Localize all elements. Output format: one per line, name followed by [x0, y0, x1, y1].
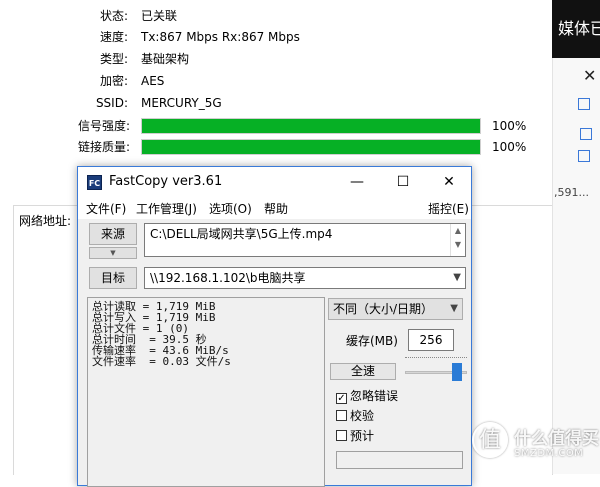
watermark-domain: SMZDM.COM	[514, 448, 584, 459]
menu-remote[interactable]: 摇控(E)	[428, 200, 469, 217]
target-button[interactable]: 目标	[89, 267, 137, 289]
speed-label: 速度:	[99, 30, 128, 44]
network-address-label: 网络地址:	[19, 214, 72, 228]
verify-checkbox[interactable]	[336, 410, 347, 421]
slider-ticks	[405, 357, 467, 362]
link-quality-label: 链接质量:	[77, 140, 130, 154]
signal-strength-bar	[141, 118, 481, 134]
title-bar[interactable]: FC FastCopy ver3.61 — ☐ ✕	[78, 167, 471, 197]
status-value: 已关联	[141, 9, 178, 23]
full-speed-button[interactable]: 全速	[330, 363, 396, 380]
status-label: 状态:	[99, 9, 128, 23]
window-icon	[580, 128, 592, 140]
slider-thumb[interactable]	[452, 363, 462, 381]
signal-strength-percent: 100%	[492, 119, 527, 133]
options-group: ✓ 忽略错误 校验 预计	[336, 385, 466, 449]
menu-options[interactable]: 选项(O)	[209, 200, 252, 217]
signal-strength-row: 信号强度: 100%	[0, 115, 552, 137]
number-fragment: ,591...	[554, 186, 589, 199]
close-icon[interactable]: ✕	[583, 66, 596, 85]
watermark-text: 什么值得买	[514, 429, 599, 449]
speed-slider[interactable]	[405, 357, 467, 381]
estimate-checkbox[interactable]	[336, 430, 347, 441]
ssid-value: MERCURY_5G	[141, 96, 222, 110]
source-path: C:\DELL局域网共享\5G上传.mp4	[150, 227, 333, 241]
window-title: FastCopy ver3.61	[109, 174, 223, 189]
signal-strength-label: 信号强度:	[77, 119, 130, 133]
watermark: 值 什么值得买 SMZDM.COM	[470, 418, 600, 474]
source-scrollbar[interactable]: ▲ ▼	[450, 224, 465, 256]
verify-option[interactable]: 校验	[336, 407, 374, 425]
copy-mode-value: 不同（大小/日期）	[333, 302, 434, 316]
close-button[interactable]: ✕	[426, 167, 472, 197]
encryption-row: 加密: AES	[0, 70, 300, 92]
buffer-input[interactable]: 256	[408, 329, 454, 351]
speed-row: 速度: Tx:867 Mbps Rx:867 Mbps	[0, 26, 300, 48]
source-dropdown-button[interactable]: ▼	[89, 247, 137, 259]
ignore-errors-option[interactable]: ✓ 忽略错误	[336, 387, 398, 405]
window-icon	[578, 150, 590, 162]
ignore-errors-checkbox[interactable]: ✓	[336, 393, 347, 404]
type-label: 类型:	[99, 52, 128, 66]
speed-value: Tx:867 Mbps Rx:867 Mbps	[141, 30, 300, 44]
source-button[interactable]: 来源	[89, 223, 137, 245]
execute-area[interactable]	[336, 451, 463, 469]
ignore-errors-label: 忽略错误	[350, 389, 399, 403]
right-panel	[552, 58, 600, 474]
ssid-label: SSID:	[95, 96, 128, 110]
type-value: 基础架构	[141, 52, 190, 66]
link-quality-percent: 100%	[492, 140, 527, 154]
scroll-down-icon: ▼	[454, 240, 462, 249]
chevron-down-icon[interactable]: ▼	[453, 268, 461, 288]
link-quality-row: 链接质量: 100%	[0, 136, 552, 158]
watermark-logo: 值	[472, 422, 508, 458]
signal-strength-fill	[142, 119, 480, 133]
type-row: 类型: 基础架构	[0, 48, 300, 70]
menu-jobs[interactable]: 工作管理(J)	[136, 200, 197, 217]
link-quality-fill	[142, 140, 480, 154]
stat-line: 文件速率 = 0.03 文件/s	[92, 355, 231, 368]
window-icon	[578, 98, 590, 110]
encryption-value: AES	[141, 74, 165, 88]
menu-bar: 文件(F) 工作管理(J) 选项(O) 帮助 摇控(E)	[78, 197, 471, 219]
target-path: \\192.168.1.102\b电脑共享	[150, 271, 306, 285]
fastcopy-app-icon: FC	[87, 175, 102, 190]
menu-help[interactable]: 帮助	[264, 200, 288, 217]
verify-label: 校验	[350, 409, 375, 423]
menu-file[interactable]: 文件(F)	[86, 200, 126, 217]
status-row: 状态: 已关联	[0, 5, 300, 27]
minimize-button[interactable]: —	[334, 167, 380, 197]
scroll-up-icon: ▲	[454, 226, 462, 235]
estimate-option[interactable]: 预计	[336, 427, 374, 445]
stats-panel: 总计读取 = 1,719 MiB 总计写入 = 1,719 MiB 总计文件 =…	[87, 297, 325, 487]
target-path-field[interactable]: \\192.168.1.102\b电脑共享 ▼	[144, 267, 466, 289]
copy-mode-select[interactable]: 不同（大小/日期） ▼	[328, 298, 463, 320]
chevron-down-icon: ▼	[110, 249, 116, 257]
chevron-down-icon: ▼	[450, 303, 458, 314]
fastcopy-window: FC FastCopy ver3.61 — ☐ ✕ 文件(F) 工作管理(J) …	[77, 166, 472, 487]
source-path-field[interactable]: C:\DELL局域网共享\5G上传.mp4	[144, 223, 466, 257]
estimate-label: 预计	[350, 429, 375, 443]
ssid-row: SSID: MERCURY_5G	[0, 92, 300, 114]
buffer-label: 缓存(MB)	[346, 334, 398, 348]
right-header: 媒体已	[552, 0, 600, 58]
link-quality-bar	[141, 139, 481, 155]
encryption-label: 加密:	[99, 74, 128, 88]
maximize-button[interactable]: ☐	[380, 167, 426, 197]
